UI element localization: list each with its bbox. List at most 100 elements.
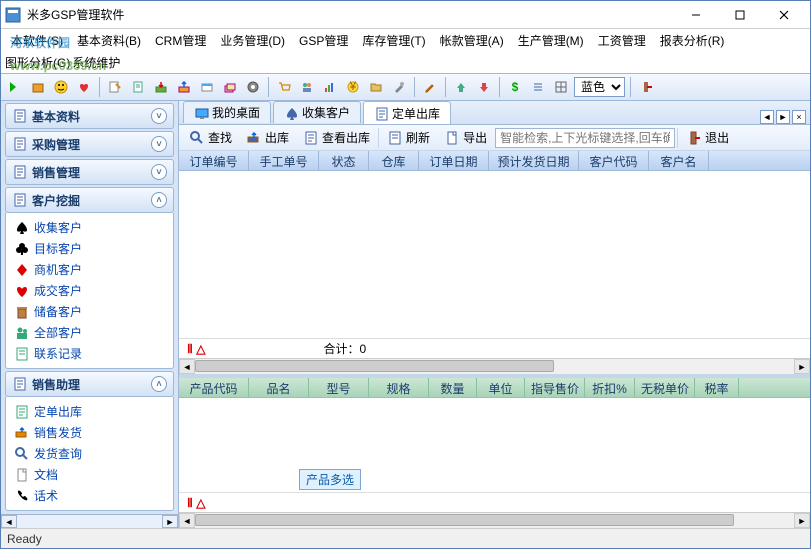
- column-header[interactable]: 手工单号: [249, 151, 319, 170]
- column-header[interactable]: 单位: [477, 378, 525, 397]
- tb-money-icon[interactable]: ¥: [343, 77, 363, 97]
- sidebar-item[interactable]: 文档: [8, 464, 171, 485]
- menu-item[interactable]: 帐款管理(A): [434, 30, 510, 51]
- menu-item[interactable]: 库存管理(T): [356, 30, 431, 51]
- menu-item[interactable]: 工资管理: [592, 30, 652, 51]
- scroll-left-button[interactable]: ◄: [1, 515, 17, 528]
- sidebar-header-assist[interactable]: 销售助理˄: [5, 371, 174, 397]
- column-header[interactable]: 税率: [695, 378, 739, 397]
- hscroll-right[interactable]: ►: [794, 359, 810, 374]
- maximize-button[interactable]: [718, 2, 762, 28]
- column-header[interactable]: 产品代码: [179, 378, 249, 397]
- tab-next-button[interactable]: ►: [776, 110, 790, 124]
- tb-compose-icon[interactable]: [105, 77, 125, 97]
- sidebar-item[interactable]: 话术: [8, 485, 171, 506]
- tb-people-icon[interactable]: [297, 77, 317, 97]
- tb-smile-icon[interactable]: [51, 77, 71, 97]
- column-header[interactable]: 数量: [429, 378, 477, 397]
- scroll-track[interactable]: [17, 515, 162, 528]
- tb-edit-icon[interactable]: [420, 77, 440, 97]
- column-header[interactable]: 订单编号: [179, 151, 249, 170]
- tab[interactable]: 我的桌面: [183, 101, 271, 123]
- sidebar-header-purchase[interactable]: 采购管理˅: [5, 131, 174, 157]
- sidebar-header-crm[interactable]: 客户挖掘˄: [5, 187, 174, 213]
- tb-tool-icon[interactable]: [389, 77, 409, 97]
- menu-item[interactable]: CRM管理: [149, 30, 212, 51]
- column-header[interactable]: 订单日期: [419, 151, 489, 170]
- column-header[interactable]: 仓库: [369, 151, 419, 170]
- sidebar-item[interactable]: 全部客户: [8, 322, 171, 343]
- exit-button[interactable]: 退出: [680, 127, 735, 149]
- sidebar-item[interactable]: 目标客户: [8, 238, 171, 259]
- tb-grid-icon[interactable]: [551, 77, 571, 97]
- menu-item[interactable]: 基本资料(B): [71, 30, 147, 51]
- tb-list-icon[interactable]: [528, 77, 548, 97]
- hscroll-track[interactable]: [195, 513, 794, 528]
- sidebar-header-basic[interactable]: 基本资料˅: [5, 103, 174, 129]
- scroll-right-button[interactable]: ►: [162, 515, 178, 528]
- tb-out-icon[interactable]: [174, 77, 194, 97]
- tb-doc-icon[interactable]: [128, 77, 148, 97]
- tab-prev-button[interactable]: ◄: [760, 110, 774, 124]
- out-button[interactable]: 出库: [240, 127, 295, 149]
- tb-box-icon[interactable]: [28, 77, 48, 97]
- tb-in-icon[interactable]: [151, 77, 171, 97]
- tb-chart-icon[interactable]: [320, 77, 340, 97]
- tab[interactable]: 收集客户: [273, 101, 361, 123]
- search-input[interactable]: [495, 128, 675, 148]
- export-button[interactable]: 导出: [438, 127, 493, 149]
- column-header[interactable]: 预计发货日期: [489, 151, 579, 170]
- sidebar-item[interactable]: 联系记录: [8, 343, 171, 364]
- menu-item[interactable]: 本软件(S): [5, 30, 69, 51]
- menu-item[interactable]: 报表分析(R): [654, 30, 731, 51]
- sidebar-item[interactable]: 成交客户: [8, 280, 171, 301]
- tb-card-icon[interactable]: [197, 77, 217, 97]
- menu-item[interactable]: 图形分析(G): [5, 54, 70, 71]
- column-header[interactable]: 品名: [249, 378, 309, 397]
- tb-exit-icon[interactable]: [636, 77, 656, 97]
- tb-arrow-icon[interactable]: [5, 77, 25, 97]
- column-header[interactable]: 状态: [319, 151, 369, 170]
- sidebar-item[interactable]: 商机客户: [8, 259, 171, 280]
- theme-select[interactable]: 蓝色: [574, 77, 625, 97]
- tb-down-icon[interactable]: [474, 77, 494, 97]
- hscroll-track[interactable]: [195, 359, 794, 374]
- hscroll-thumb[interactable]: [195, 514, 734, 526]
- tab-close-button[interactable]: ×: [792, 110, 806, 124]
- tb-settings-icon[interactable]: [243, 77, 263, 97]
- column-header[interactable]: 客户代码: [579, 151, 649, 170]
- tb-folder-icon[interactable]: [366, 77, 386, 97]
- tab[interactable]: 定单出库: [363, 101, 451, 124]
- column-header[interactable]: 型号: [309, 378, 369, 397]
- menu-item[interactable]: 系统维护: [72, 54, 120, 71]
- sidebar-item[interactable]: 定单出库: [8, 401, 171, 422]
- sidebar-item[interactable]: 储备客户: [8, 301, 171, 322]
- column-header[interactable]: 规格: [369, 378, 429, 397]
- menu-item[interactable]: GSP管理: [293, 30, 354, 51]
- refresh-button[interactable]: 刷新: [381, 127, 436, 149]
- tb-stack-icon[interactable]: [220, 77, 240, 97]
- column-header[interactable]: 折扣%: [585, 378, 635, 397]
- tb-up-icon[interactable]: [451, 77, 471, 97]
- menu-item[interactable]: 业务管理(D): [214, 30, 291, 51]
- sidebar-item[interactable]: 收集客户: [8, 217, 171, 238]
- menu-item[interactable]: 生产管理(M): [512, 30, 590, 51]
- tb-cart-icon[interactable]: [274, 77, 294, 97]
- hscroll-thumb[interactable]: [195, 360, 554, 372]
- column-header[interactable]: 指导售价: [525, 378, 585, 397]
- multi-select-button[interactable]: 产品多选: [299, 469, 361, 490]
- sidebar-item[interactable]: 发货查询: [8, 443, 171, 464]
- column-header[interactable]: 客户名: [649, 151, 709, 170]
- lower-grid-body[interactable]: 产品多选: [179, 398, 810, 492]
- column-header[interactable]: 无税单价: [635, 378, 695, 397]
- upper-grid-body[interactable]: [179, 171, 810, 338]
- tb-dollar-icon[interactable]: $: [505, 77, 525, 97]
- minimize-button[interactable]: [674, 2, 718, 28]
- tb-heart-icon[interactable]: [74, 77, 94, 97]
- sidebar-item[interactable]: 销售发货: [8, 422, 171, 443]
- close-button[interactable]: [762, 2, 806, 28]
- find-button[interactable]: 查找: [183, 127, 238, 149]
- hscroll-left[interactable]: ◄: [179, 513, 195, 528]
- hscroll-right[interactable]: ►: [794, 513, 810, 528]
- sidebar-header-sales[interactable]: 销售管理˅: [5, 159, 174, 185]
